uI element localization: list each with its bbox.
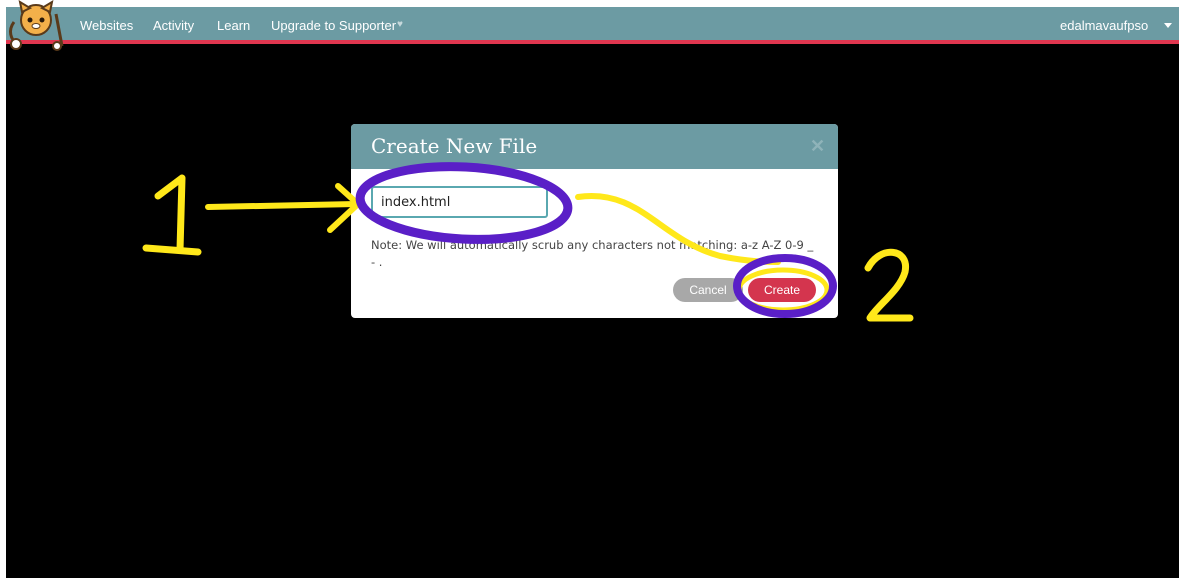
nav-activity[interactable]: Activity xyxy=(153,18,194,33)
create-file-modal: Create New File ✕ Note: We will automati… xyxy=(351,124,838,318)
nav-learn[interactable]: Learn xyxy=(217,18,250,33)
caret-down-icon[interactable] xyxy=(1164,23,1172,28)
cancel-button[interactable]: Cancel xyxy=(673,278,743,302)
nav-upgrade-label: Upgrade to Supporter xyxy=(271,18,397,33)
cat-logo-icon[interactable] xyxy=(2,0,66,52)
user-menu[interactable]: edalmavaufpso xyxy=(1060,18,1148,33)
create-button[interactable]: Create xyxy=(748,278,816,302)
modal-title: Create New File xyxy=(371,134,538,158)
nav-websites[interactable]: Websites xyxy=(80,18,133,33)
heart-icon: ♥ xyxy=(397,19,403,30)
modal-header: Create New File ✕ xyxy=(351,124,838,169)
filename-input[interactable] xyxy=(371,186,548,218)
close-icon[interactable]: ✕ xyxy=(810,136,825,157)
filename-note: Note: We will automatically scrub any ch… xyxy=(371,238,814,269)
nav-upgrade-to-supporter[interactable]: Upgrade to Supporter♥ xyxy=(271,18,403,33)
